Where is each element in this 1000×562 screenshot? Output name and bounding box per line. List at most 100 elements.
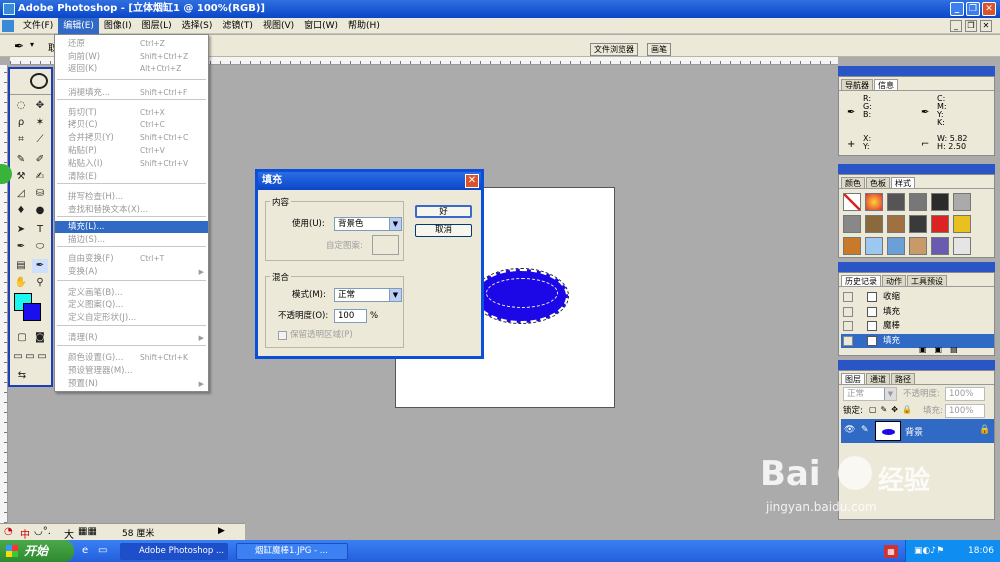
history-tab[interactable]: 历史记录 <box>841 275 881 286</box>
screen-mode-menu-icon[interactable]: ▭ <box>24 350 36 364</box>
history-state[interactable]: 填充 <box>841 305 994 319</box>
clone-stamp-tool-icon[interactable]: ⚒ <box>13 170 29 184</box>
history-footer-icons[interactable]: ▣▣▤ <box>919 345 966 354</box>
ime-fullwidth-label[interactable]: 大 <box>64 526 74 541</box>
language-bar-icon[interactable]: ▦ <box>884 545 898 558</box>
move-tool-icon[interactable]: ✥ <box>32 99 48 113</box>
menu-0[interactable]: 文件(F) <box>18 18 58 34</box>
color-tab[interactable]: 颜色 <box>841 177 865 188</box>
style-swatch-4[interactable] <box>909 193 927 211</box>
edit-menu-item[interactable]: 粘贴(P) Ctrl+V <box>55 145 208 157</box>
slice-tool-icon[interactable]: ⟋ <box>32 133 48 147</box>
edit-menu-item[interactable]: 定义自定形状(J)... <box>55 312 208 324</box>
ime-icon[interactable]: ◔ <box>4 526 13 537</box>
path-selection-tool-icon[interactable]: ➤ <box>13 223 29 237</box>
edit-menu-item[interactable]: 预设管理器(M)... <box>55 365 208 377</box>
edit-menu-item[interactable]: 定义图案(Q)... <box>55 299 208 311</box>
history-brush-source-box[interactable] <box>843 335 853 346</box>
brushes-tab[interactable]: 画笔 <box>647 43 671 56</box>
toolbox-header[interactable] <box>10 69 51 95</box>
marquee-tool-icon[interactable]: ◌ <box>13 99 29 113</box>
style-swatch-13[interactable] <box>843 237 861 255</box>
edit-menu-item[interactable]: 变换(A) ▶ <box>55 266 208 278</box>
style-swatch-12[interactable] <box>953 215 971 233</box>
edit-menu-item[interactable]: 自由变换(F) Ctrl+T <box>55 253 208 265</box>
edit-menu-item[interactable]: 返回(K) Alt+Ctrl+Z <box>55 63 208 75</box>
type-tool-icon[interactable]: T <box>32 223 48 237</box>
menu-4[interactable]: 选择(S) <box>177 18 218 34</box>
desktop-quicklaunch-icon[interactable]: ▭ <box>98 545 107 556</box>
edit-menu-item[interactable]: 消褪填充... Shift+Ctrl+F <box>55 87 208 99</box>
layer-row-background[interactable]: 👁 ✎ 背景 🔒 <box>841 419 994 443</box>
styles-panel-titlebar[interactable] <box>838 164 995 174</box>
eyedropper-tool-icon[interactable]: ✒ <box>14 39 24 53</box>
edit-menu-item[interactable]: 还原 Ctrl+Z <box>55 38 208 50</box>
edit-menu-item[interactable]: 填充(L)... <box>55 221 208 233</box>
style-swatch-14[interactable] <box>865 237 883 255</box>
quick-mask-mode-icon[interactable]: ◙ <box>32 331 48 345</box>
edit-menu-item[interactable]: 颜色设置(G)... Shift+Ctrl+K <box>55 352 208 364</box>
style-swatch-7[interactable] <box>843 215 861 233</box>
paths-tab[interactable]: 路径 <box>891 373 915 384</box>
menu-8[interactable]: 帮助(H) <box>343 18 385 34</box>
blur-tool-icon[interactable]: ♦ <box>13 204 29 218</box>
healing-brush-tool-icon[interactable]: ✎ <box>13 153 29 167</box>
edit-menu-item[interactable]: 拼写检查(H)... <box>55 191 208 203</box>
info-tab[interactable]: 信息 <box>874 79 898 90</box>
channels-tab[interactable]: 通道 <box>866 373 890 384</box>
edit-menu-item[interactable]: 合并拷贝(Y) Shift+Ctrl+C <box>55 132 208 144</box>
screen-mode-full-icon[interactable]: ▭ <box>36 350 48 364</box>
tool-presets-tab[interactable]: 工具预设 <box>907 275 947 286</box>
jump-to-imageready-icon[interactable]: ⇆ <box>14 369 30 383</box>
edit-menu-item[interactable]: 拷贝(C) Ctrl+C <box>55 119 208 131</box>
close-icon[interactable]: ✕ <box>982 2 996 16</box>
restore-icon[interactable]: ❐ <box>966 2 980 16</box>
navigator-tab[interactable]: 导航器 <box>841 79 873 90</box>
style-swatch-17[interactable] <box>931 237 949 255</box>
ime-mode-label[interactable]: 中 <box>20 526 30 541</box>
swatches-tab[interactable]: 色板 <box>866 177 890 188</box>
layers-tab[interactable]: 图层 <box>841 373 865 384</box>
style-swatch-5[interactable] <box>931 193 949 211</box>
style-swatch-6[interactable] <box>953 193 971 211</box>
dodge-tool-icon[interactable]: ● <box>32 204 48 218</box>
brush-tool-icon[interactable]: ✐ <box>32 153 48 167</box>
style-swatch-9[interactable] <box>887 215 905 233</box>
history-panel-titlebar[interactable] <box>838 262 995 272</box>
history-brush-source-box[interactable] <box>843 321 853 331</box>
edit-menu-item[interactable]: 清除(E) <box>55 171 208 183</box>
fill-input[interactable]: 100% <box>945 404 985 418</box>
status-arrow-icon[interactable]: ▶ <box>218 526 225 536</box>
lock-icons[interactable]: ▢✎✥🔒 <box>869 405 916 414</box>
history-brush-tool-icon[interactable]: ✍ <box>32 170 48 184</box>
eraser-tool-icon[interactable]: ◿ <box>13 187 29 201</box>
layer-opacity-input[interactable]: 100% <box>945 387 985 401</box>
taskbar-image-viewer[interactable]: 烟缸魔棒1.JPG - ... <box>236 543 348 560</box>
history-state[interactable]: 填充 <box>841 333 994 348</box>
style-swatch-18[interactable] <box>953 237 971 255</box>
zoom-tool-icon[interactable]: ⚲ <box>32 276 48 290</box>
clock[interactable]: 18:06 <box>968 540 994 562</box>
lasso-tool-icon[interactable]: ρ <box>13 116 29 130</box>
edit-menu-item[interactable]: 粘贴入(I) Shift+Ctrl+V <box>55 158 208 170</box>
ime-keyboard-icon[interactable]: ▦▦ <box>78 526 97 537</box>
taskbar-photoshop[interactable]: Adobe Photoshop ... <box>120 543 228 560</box>
history-brush-source-box[interactable] <box>843 292 853 302</box>
cancel-button[interactable]: 取消 <box>415 224 472 237</box>
magic-wand-tool-icon[interactable]: ✶ <box>32 116 48 130</box>
blend-mode-select[interactable]: 正常 ▼ <box>843 387 897 401</box>
file-browser-tab[interactable]: 文件浏览器 <box>590 43 638 56</box>
menu-1[interactable]: 编辑(E) <box>58 18 99 34</box>
screen-mode-standard-icon[interactable]: ▭ <box>12 350 24 364</box>
style-swatch-11[interactable] <box>931 215 949 233</box>
background-color-swatch[interactable] <box>23 303 41 321</box>
pen-tool-icon[interactable]: ✒ <box>13 240 29 254</box>
hand-tool-icon[interactable]: ✋ <box>13 276 29 290</box>
minimize-icon[interactable]: _ <box>950 2 964 16</box>
menu-6[interactable]: 视图(V) <box>258 18 299 34</box>
shape-tool-icon[interactable]: ⬭ <box>32 240 48 254</box>
ie-quicklaunch-icon[interactable]: e <box>82 545 88 556</box>
style-swatch-8[interactable] <box>865 215 883 233</box>
navigator-panel-titlebar[interactable] <box>838 66 995 76</box>
edit-menu-item[interactable]: 定义画笔(B)... <box>55 287 208 299</box>
